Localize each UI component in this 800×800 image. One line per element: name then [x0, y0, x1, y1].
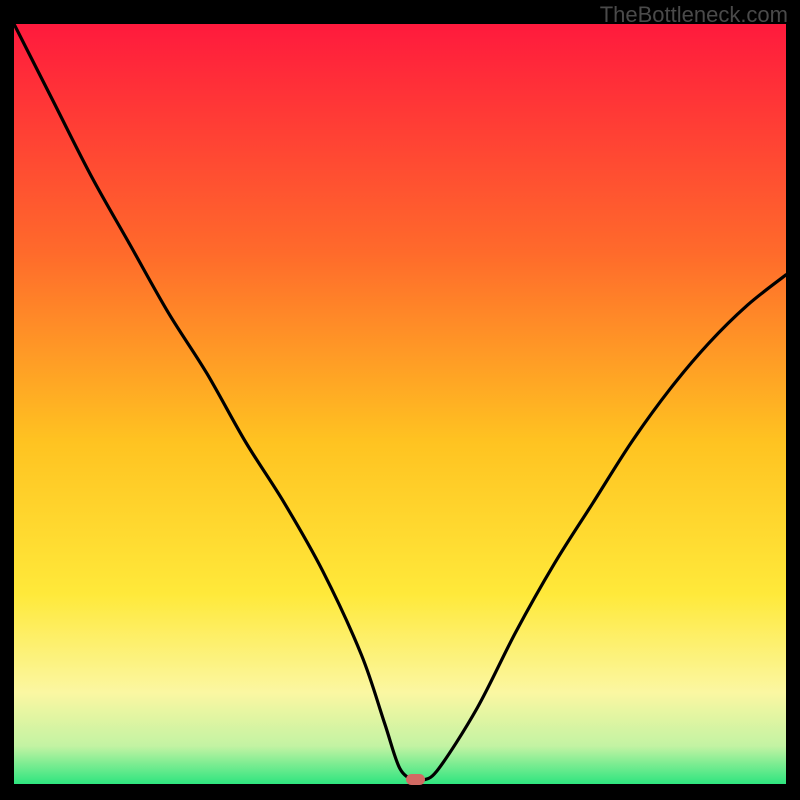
chart-background-gradient: [14, 24, 786, 784]
watermark-text: TheBottleneck.com: [600, 2, 788, 28]
optimum-marker: [406, 774, 425, 785]
chart-frame: [14, 24, 786, 784]
